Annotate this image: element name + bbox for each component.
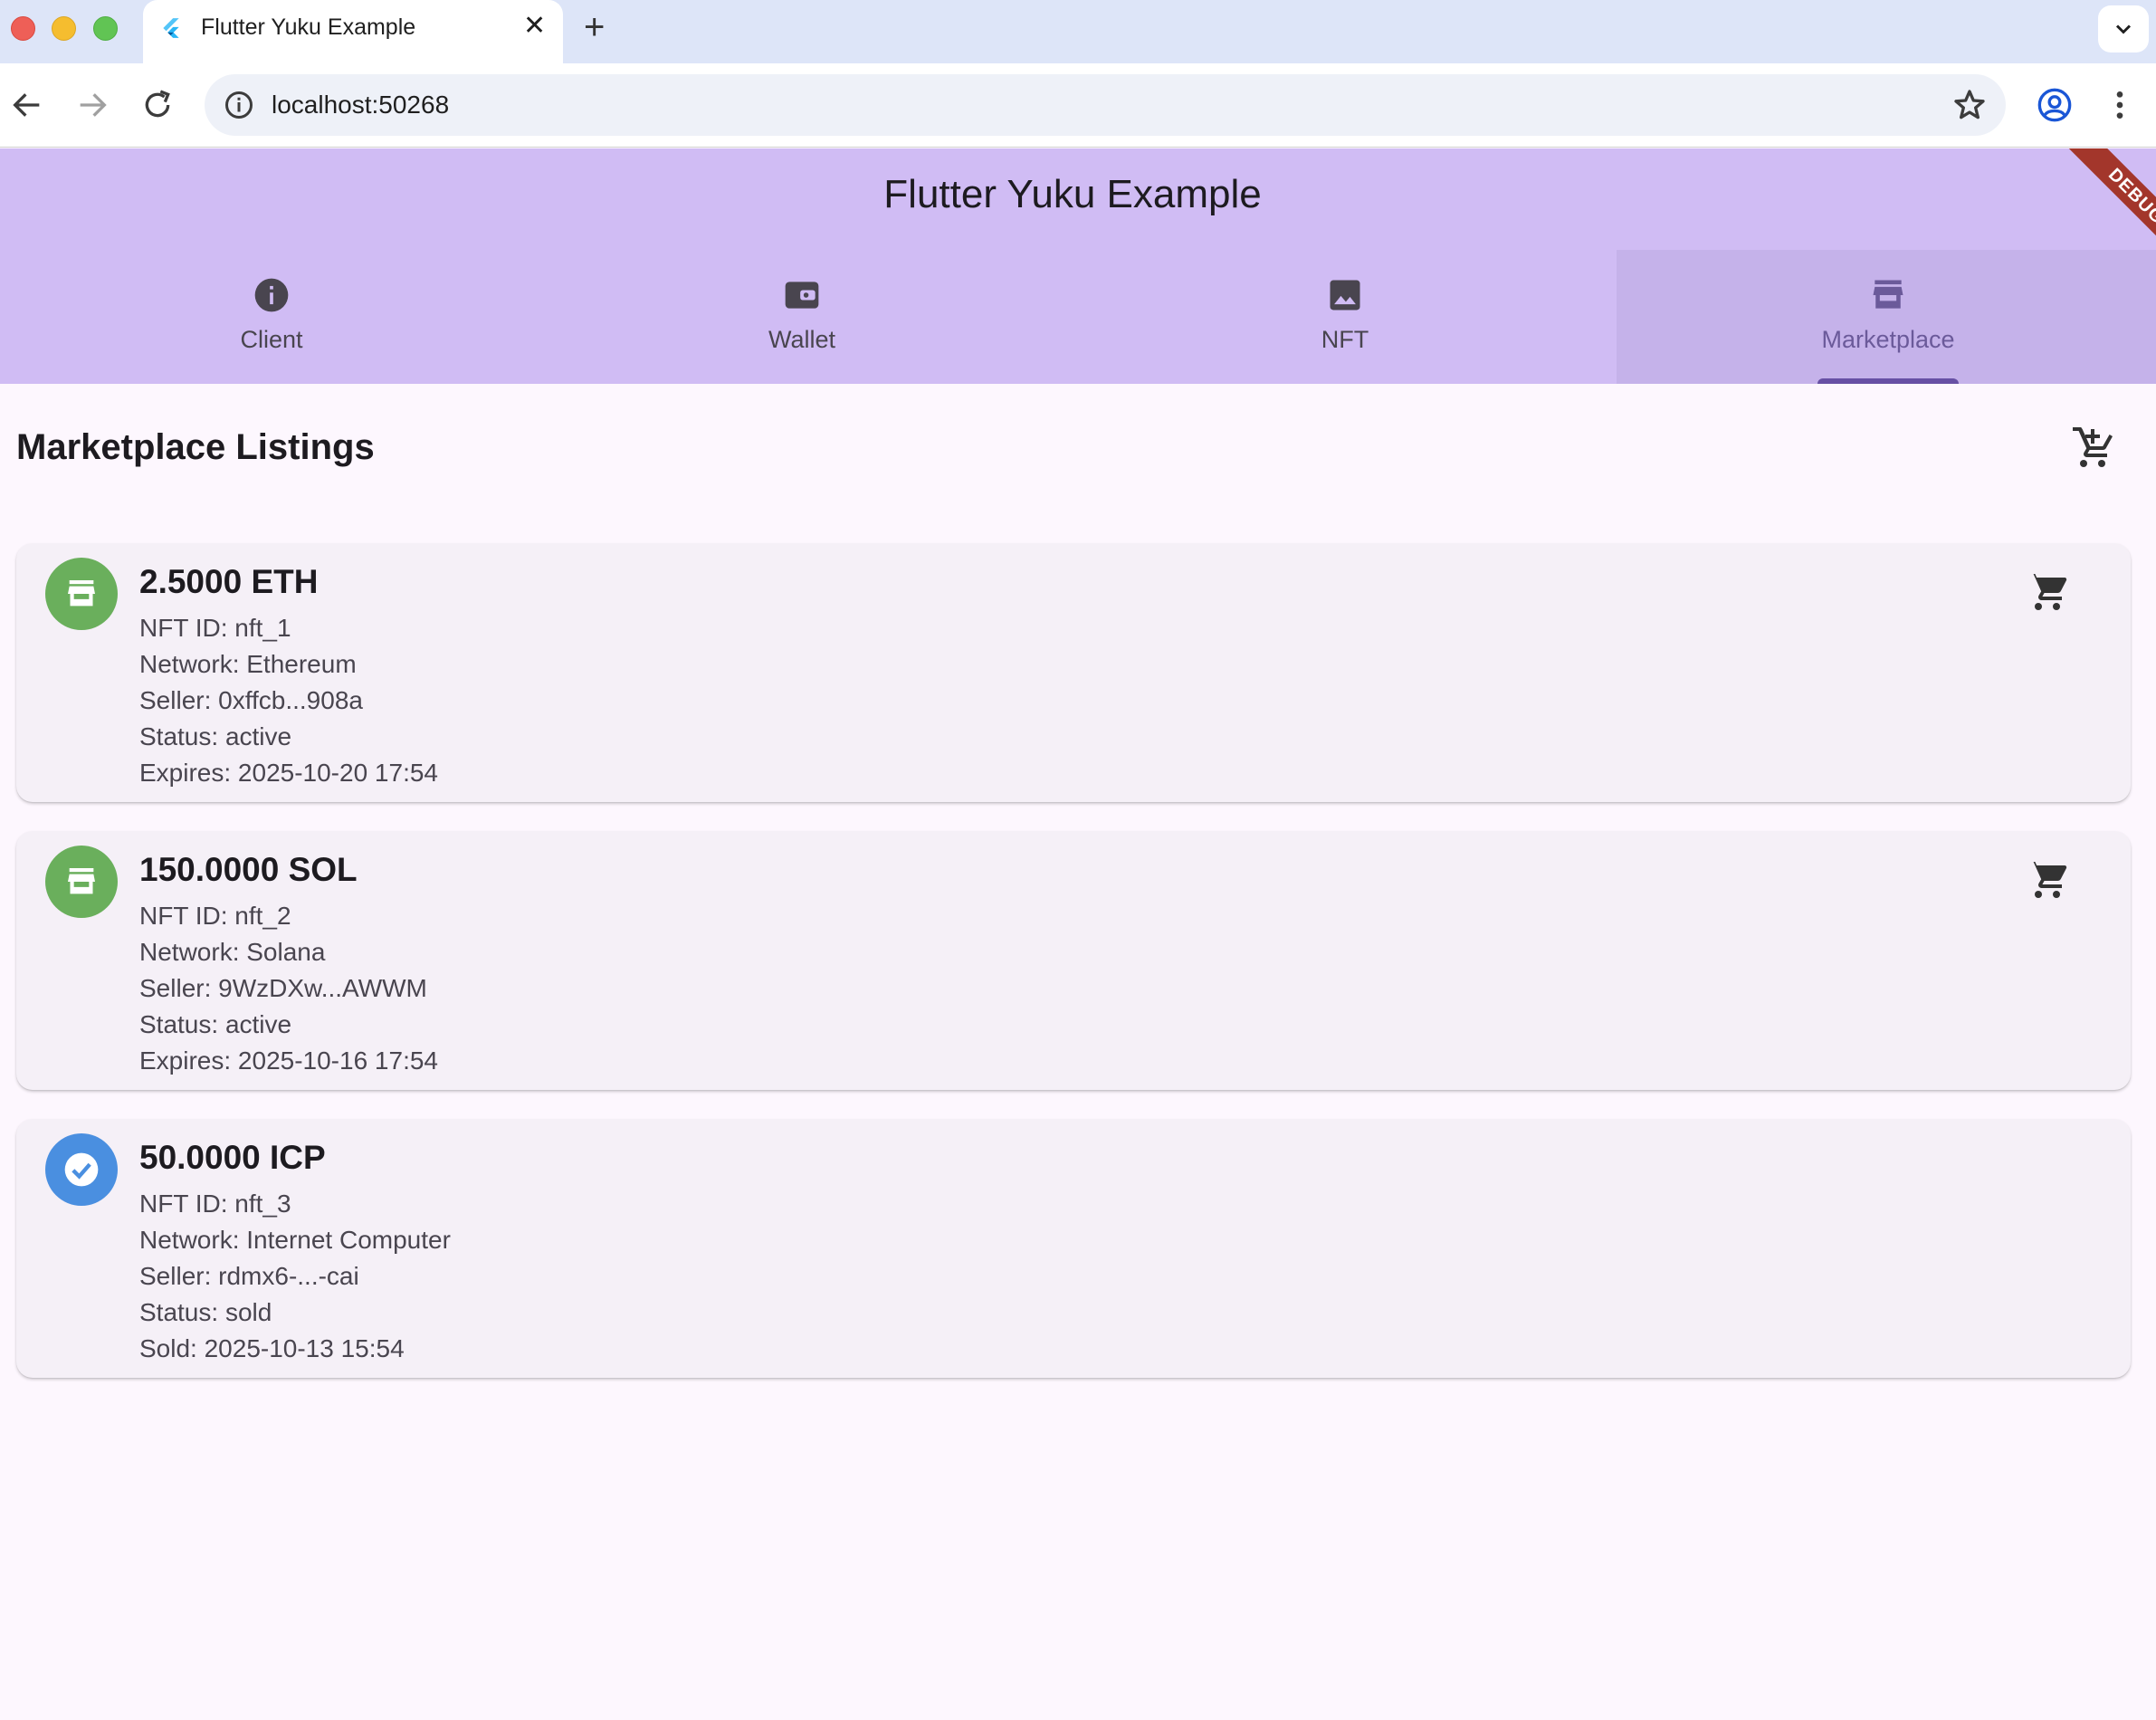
tab-wallet-label: Wallet: [768, 326, 835, 353]
close-tab-icon[interactable]: ✕: [523, 13, 546, 40]
listing-price: 50.0000 ICP: [139, 1139, 326, 1176]
tab-client[interactable]: Client: [0, 250, 543, 384]
address-bar[interactable]: localhost:50268: [205, 74, 2006, 136]
listing-network: Network: Solana: [139, 938, 326, 966]
window-minimize-button[interactable]: [52, 16, 76, 41]
wallet-icon: [785, 282, 819, 309]
listing-status: Status: sold: [139, 1298, 272, 1326]
listing-status: Status: active: [139, 1010, 292, 1038]
listing-card[interactable]: 150.0000 SOL NFT ID: nft_2 Network: Sola…: [16, 831, 2131, 1090]
chevron-down-icon: [2115, 24, 2132, 34]
tab-bar: Client Wallet NFT Marketplace: [0, 250, 2156, 384]
browser-toolbar: localhost:50268: [0, 63, 2156, 148]
listing-card[interactable]: 50.0000 ICP NFT ID: nft_3 Network: Inter…: [16, 1119, 2131, 1378]
storefront-icon: [1873, 280, 1903, 309]
listing-card[interactable]: 2.5000 ETH NFT ID: nft_1 Network: Ethere…: [16, 543, 2131, 802]
new-tab-icon[interactable]: +: [584, 9, 605, 45]
listing-details: 150.0000 SOL NFT ID: nft_2 Network: Sola…: [139, 849, 438, 1079]
app-bar: Flutter Yuku Example DEBUG Client Wallet: [0, 148, 2156, 384]
listing-date: Expires: 2025-10-20 17:54: [139, 759, 438, 787]
listing-date: Sold: 2025-10-13 15:54: [139, 1334, 405, 1362]
tab-client-label: Client: [240, 326, 303, 353]
profile-icon[interactable]: [2037, 87, 2073, 123]
storefront-icon: [68, 868, 95, 894]
tab-marketplace[interactable]: Marketplace: [1617, 250, 2156, 384]
image-icon: [1330, 280, 1360, 311]
tab-wallet[interactable]: Wallet: [530, 250, 1073, 384]
bookmark-star-icon[interactable]: [1951, 87, 1988, 123]
listing-price: 2.5000 ETH: [139, 563, 319, 600]
site-info-icon[interactable]: [223, 89, 255, 121]
url-text[interactable]: localhost:50268: [272, 91, 449, 119]
window-close-button[interactable]: [11, 16, 35, 41]
listing-details: 2.5000 ETH NFT ID: nft_1 Network: Ethere…: [139, 561, 438, 791]
listing-date: Expires: 2025-10-16 17:54: [139, 1046, 438, 1075]
listing-nft-id: NFT ID: nft_1: [139, 614, 291, 642]
forward-icon[interactable]: [74, 87, 110, 123]
listing-nft-id: NFT ID: nft_3: [139, 1190, 291, 1218]
browser-tab-strip: Flutter Yuku Example ✕ +: [0, 0, 2156, 63]
listing-network: Network: Ethereum: [139, 650, 357, 678]
add-shopping-cart-icon[interactable]: [2071, 427, 2114, 471]
app-title: Flutter Yuku Example: [883, 172, 1262, 216]
window-maximize-button[interactable]: [93, 16, 118, 41]
flutter-logo-icon: [163, 18, 179, 38]
more-vert-icon[interactable]: [2102, 87, 2138, 123]
listing-price: 150.0000 SOL: [139, 851, 358, 888]
listing-details: 50.0000 ICP NFT ID: nft_3 Network: Inter…: [139, 1137, 451, 1367]
tab-nft[interactable]: NFT: [1073, 250, 1617, 384]
listing-seller: Seller: 9WzDXw...AWWM: [139, 974, 427, 1002]
shopping-cart-icon[interactable]: [2026, 570, 2069, 614]
listing-avatar: [45, 1133, 118, 1206]
listing-seller: Seller: rdmx6-...-cai: [139, 1262, 359, 1290]
browser-tab[interactable]: Flutter Yuku Example ✕: [143, 0, 563, 63]
shopping-cart-icon[interactable]: [2026, 858, 2069, 902]
page-title: Marketplace Listings: [16, 427, 375, 467]
listing-status: Status: active: [139, 722, 292, 750]
info-icon: [254, 278, 289, 312]
tab-nft-label: NFT: [1321, 326, 1369, 353]
storefront-icon: [68, 580, 95, 607]
tab-search-button[interactable]: [2098, 5, 2149, 53]
listing-seller: Seller: 0xffcb...908a: [139, 686, 363, 714]
listing-nft-id: NFT ID: nft_2: [139, 902, 291, 930]
listing-avatar: [45, 558, 118, 630]
back-icon[interactable]: [9, 87, 45, 123]
check-circle-icon: [64, 1152, 99, 1187]
browser-tab-title: Flutter Yuku Example: [201, 14, 416, 40]
listing-network: Network: Internet Computer: [139, 1226, 451, 1254]
tab-marketplace-label: Marketplace: [1821, 326, 1955, 353]
listing-avatar: [45, 846, 118, 918]
marketplace-page: Marketplace Listings 2.5000 ETH NFT ID: …: [0, 384, 2156, 1720]
reload-icon[interactable]: [139, 87, 176, 123]
